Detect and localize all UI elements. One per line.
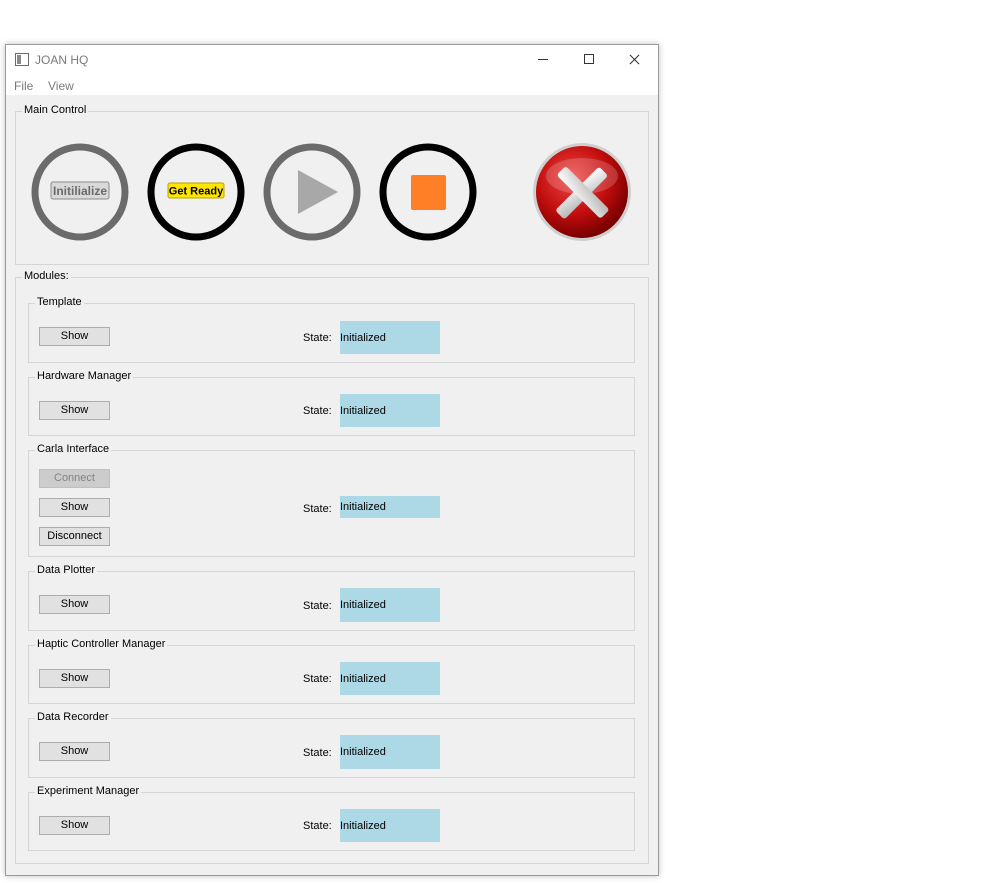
module-title: Data Recorder	[35, 711, 111, 723]
template-show-button[interactable]: Show	[39, 327, 110, 346]
state-value: Initialized	[340, 588, 440, 622]
module-template: Template Show State: Initialized	[28, 296, 635, 363]
state-label: State:	[303, 332, 332, 344]
state-label: State:	[303, 405, 332, 417]
carla-disconnect-button[interactable]: Disconnect	[39, 527, 110, 546]
state-value: Initialized	[340, 662, 440, 695]
hardware-manager-show-button[interactable]: Show	[39, 401, 110, 420]
modules-group: Modules: Template Show State: Initialize…	[15, 270, 649, 864]
module-hardware-manager: Hardware Manager Show State: Initialized	[28, 370, 635, 436]
get-ready-button[interactable]: Get Ready	[146, 142, 246, 242]
data-plotter-show-button[interactable]: Show	[39, 595, 110, 614]
menu-bar: File View	[6, 75, 658, 95]
exit-button[interactable]	[532, 142, 632, 242]
data-recorder-show-button[interactable]: Show	[39, 742, 110, 761]
state-label: State:	[303, 820, 332, 832]
title-bar: JOAN HQ	[6, 45, 658, 75]
modules-title: Modules:	[22, 270, 71, 282]
state-label: State:	[303, 503, 332, 515]
module-data-recorder: Data Recorder Show State: Initialized	[28, 711, 635, 778]
main-control-group: Main Control Initilialize Get Ready	[15, 104, 649, 265]
module-title: Carla Interface	[35, 443, 112, 455]
state-value: Initialized	[340, 321, 440, 354]
menu-file[interactable]: File	[14, 79, 33, 93]
module-title: Hardware Manager	[35, 370, 134, 382]
window-title: JOAN HQ	[35, 53, 89, 67]
state-value: Initialized	[340, 809, 440, 842]
module-title: Data Plotter	[35, 564, 98, 576]
module-title: Template	[35, 296, 84, 308]
module-haptic-controller-manager: Haptic Controller Manager Show State: In…	[28, 638, 635, 704]
get-ready-label: Get Ready	[169, 186, 224, 198]
app-icon	[15, 53, 29, 66]
state-value: Initialized	[340, 496, 440, 518]
start-button[interactable]	[262, 142, 362, 242]
module-title: Experiment Manager	[35, 785, 142, 797]
module-experiment-manager: Experiment Manager Show State: Initializ…	[28, 785, 635, 851]
carla-connect-button[interactable]: Connect	[39, 469, 110, 488]
state-label: State:	[303, 600, 332, 612]
close-window-button[interactable]	[612, 45, 658, 75]
experiment-manager-show-button[interactable]: Show	[39, 816, 110, 835]
stop-icon	[411, 175, 446, 210]
state-label: State:	[303, 747, 332, 759]
module-carla-interface: Carla Interface Connect Show Disconnect …	[28, 443, 635, 557]
initialize-label: Initilialize	[53, 184, 107, 198]
state-value: Initialized	[340, 394, 440, 427]
module-data-plotter: Data Plotter Show State: Initialized	[28, 564, 635, 631]
minimize-button[interactable]	[520, 45, 566, 75]
module-title: Haptic Controller Manager	[35, 638, 168, 650]
state-label: State:	[303, 673, 332, 685]
haptic-controller-show-button[interactable]: Show	[39, 669, 110, 688]
menu-view[interactable]: View	[48, 79, 74, 93]
main-control-title: Main Control	[22, 104, 89, 116]
maximize-button[interactable]	[566, 45, 612, 75]
play-icon	[298, 170, 338, 214]
stop-button[interactable]	[378, 142, 478, 242]
carla-show-button[interactable]: Show	[39, 498, 110, 517]
state-value: Initialized	[340, 735, 440, 769]
initialize-button[interactable]: Initilialize	[30, 142, 130, 242]
main-window: JOAN HQ File View Main Control Initilial…	[5, 44, 659, 876]
